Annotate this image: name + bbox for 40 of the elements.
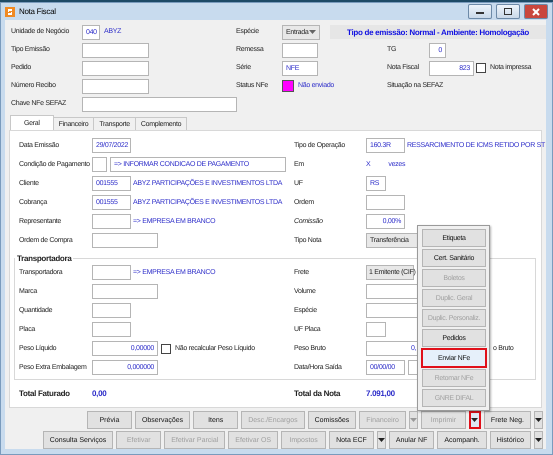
input-field[interactable] — [92, 284, 158, 299]
emission-info: Tipo de emissão: Normal - Ambiente: Homologação — [330, 25, 546, 39]
group-title: Transportadora — [16, 254, 73, 263]
input-field[interactable] — [366, 195, 405, 210]
input-field[interactable] — [92, 157, 107, 172]
input-field[interactable] — [82, 42, 149, 58]
caret-icon — [378, 438, 385, 442]
window-title: Nota Fiscal — [19, 7, 57, 16]
total-value: 7.091,00 — [366, 389, 395, 399]
minimize-button[interactable] — [468, 4, 492, 19]
maximize-icon — [504, 8, 512, 15]
maximize-button[interactable] — [496, 4, 520, 19]
input-field[interactable] — [82, 78, 149, 94]
input-field[interactable] — [92, 322, 131, 337]
caret-icon — [410, 418, 417, 422]
dropdown-button[interactable] — [376, 431, 386, 449]
total-label: Total Faturado — [19, 389, 70, 399]
dropdown-button[interactable] — [534, 411, 543, 429]
input-field[interactable] — [92, 233, 158, 248]
dropdown-button[interactable] — [534, 431, 543, 449]
dropdown-button[interactable] — [468, 411, 481, 429]
caret-icon — [309, 30, 316, 34]
total-value: 0,00 — [92, 389, 106, 399]
input-field[interactable] — [366, 322, 386, 337]
input-field[interactable] — [82, 96, 237, 112]
checkbox[interactable] — [161, 344, 171, 354]
minimize-icon — [476, 10, 484, 14]
caret-icon — [535, 438, 542, 442]
total-label: Total da Nota — [294, 389, 340, 399]
close-icon — [532, 8, 540, 16]
input-field[interactable] — [92, 214, 131, 229]
caret-icon — [535, 418, 542, 422]
checkbox[interactable] — [476, 63, 486, 73]
input-field[interactable] — [92, 303, 131, 318]
app-icon — [5, 6, 15, 16]
input-field[interactable] — [92, 265, 131, 280]
input-field[interactable] — [282, 42, 318, 58]
input-field[interactable] — [82, 60, 149, 76]
close-button[interactable] — [524, 4, 548, 19]
caret-icon — [471, 418, 478, 422]
